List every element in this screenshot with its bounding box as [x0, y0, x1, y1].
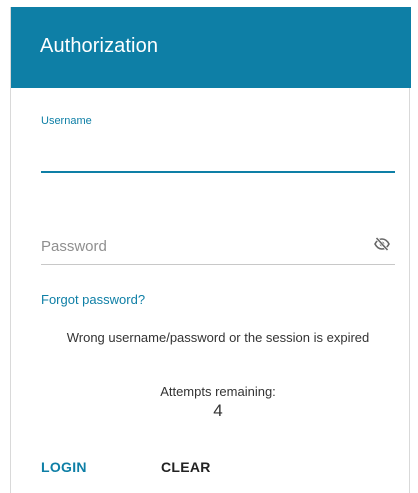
attempts-remaining-count: 4 — [213, 401, 223, 420]
error-message: Wrong username/password or the session i… — [66, 330, 370, 345]
dialog-title: Authorization — [40, 35, 159, 57]
login-button[interactable]: LOGIN — [41, 455, 113, 479]
attempts-remaining-label: Attempts remaining: — [160, 384, 276, 399]
username-label: Username — [41, 115, 92, 127]
username-input[interactable] — [41, 133, 395, 173]
forgot-password-link[interactable]: Forgot password? — [41, 292, 145, 307]
dialog-header: Authorization — [11, 7, 411, 88]
eye-off-icon[interactable] — [374, 236, 390, 252]
authorization-dialog: Authorization Username Forgot password? … — [10, 7, 411, 493]
clear-button[interactable]: CLEAR — [161, 455, 233, 479]
password-input[interactable] — [41, 229, 395, 265]
